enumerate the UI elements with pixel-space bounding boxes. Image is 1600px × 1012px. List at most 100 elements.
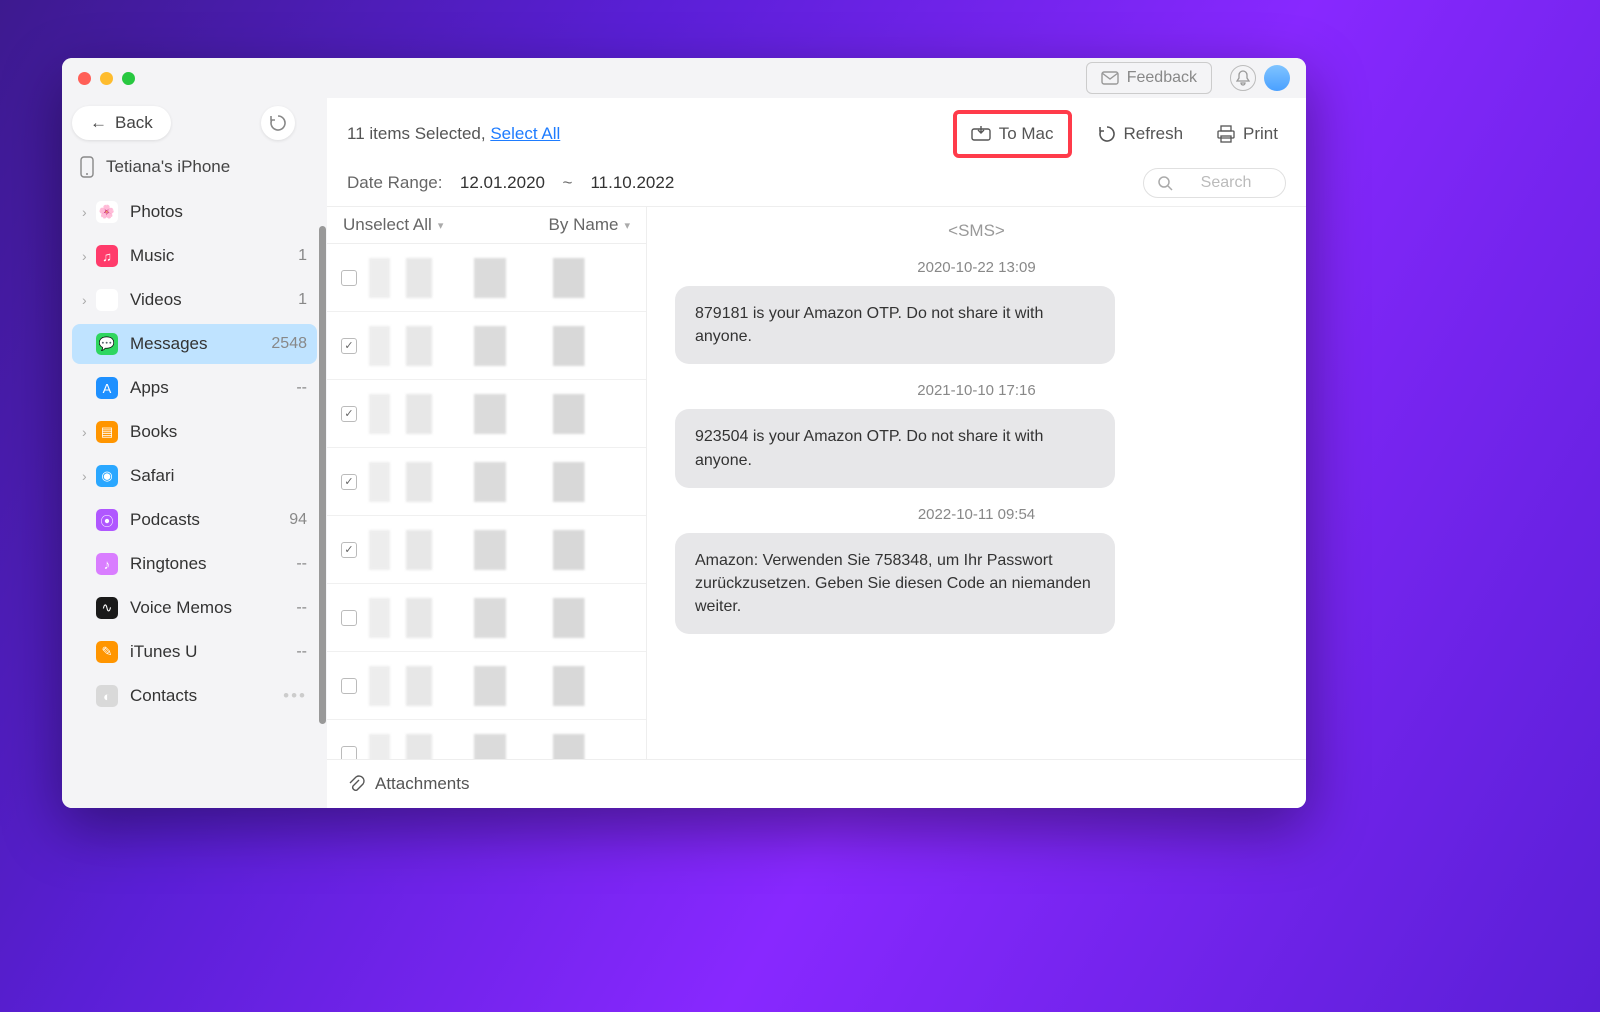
message-bubble: 879181 is your Amazon OTP. Do not share … (675, 286, 1115, 364)
message-timestamp: 2021-10-10 17:16 (675, 382, 1278, 399)
sync-icon (269, 114, 287, 132)
print-button[interactable]: Print (1209, 118, 1286, 150)
list-item[interactable] (327, 516, 646, 584)
list-item[interactable] (327, 380, 646, 448)
bell-icon (1236, 70, 1250, 86)
redacted-preview (369, 734, 632, 760)
back-label: Back (115, 113, 153, 133)
sync-button[interactable] (261, 106, 295, 140)
date-to-input[interactable] (582, 173, 682, 193)
chevron-right-icon: › (82, 292, 94, 308)
refresh-label: Refresh (1124, 124, 1184, 144)
sidebar-item-itunesu[interactable]: ✎iTunes U-- (72, 632, 317, 672)
maximize-icon[interactable] (122, 72, 135, 85)
sidebar-item-count: -- (296, 643, 307, 661)
unselect-all-dropdown[interactable]: Unselect All (343, 215, 443, 235)
sidebar-item-label: Music (130, 246, 298, 266)
traffic-lights (78, 72, 135, 85)
sidebar-item-voicememo[interactable]: ∿Voice Memos-- (72, 588, 317, 628)
scrollbar[interactable] (319, 226, 326, 724)
chevron-right-icon: › (82, 204, 94, 220)
sidebar-item-music[interactable]: ›♫Music1 (72, 236, 317, 276)
feedback-button[interactable]: Feedback (1086, 62, 1212, 94)
sidebar-item-videos[interactable]: ›▦Videos1 (72, 280, 317, 320)
sidebar-item-contacts[interactable]: ◐Contacts••• (72, 676, 317, 716)
content: 11 items Selected, Select All To Mac Ref… (327, 98, 1306, 808)
checkbox[interactable] (341, 610, 357, 626)
sidebar: ← Back Tetiana's iPhone ›🌸Photos›♫Music1… (62, 98, 327, 808)
checkbox[interactable] (341, 542, 357, 558)
sidebar-nav: ›🌸Photos›♫Music1›▦Videos1💬Messages2548AA… (72, 192, 317, 808)
selected-count-text: 11 items Selected, (347, 124, 490, 143)
search-input[interactable] (1181, 174, 1271, 192)
notifications-button[interactable] (1230, 65, 1256, 91)
sidebar-item-apps[interactable]: AApps-- (72, 368, 317, 408)
sidebar-item-label: Podcasts (130, 510, 289, 530)
search-wrap (1143, 168, 1286, 198)
sidebar-item-photos[interactable]: ›🌸Photos (72, 192, 317, 232)
close-icon[interactable] (78, 72, 91, 85)
minimize-icon[interactable] (100, 72, 113, 85)
checkbox[interactable] (341, 406, 357, 422)
feedback-label: Feedback (1127, 69, 1197, 87)
selection-status: 11 items Selected, Select All (347, 124, 560, 144)
device-name: Tetiana's iPhone (106, 157, 230, 177)
mail-icon (1101, 71, 1119, 85)
print-icon (1217, 125, 1235, 143)
sidebar-item-ringtones[interactable]: ♪Ringtones-- (72, 544, 317, 584)
to-mac-button[interactable]: To Mac (953, 110, 1072, 158)
redacted-preview (369, 530, 632, 570)
photos-icon: 🌸 (96, 201, 118, 223)
attachments-bar[interactable]: Attachments (327, 759, 1306, 808)
podcasts-icon: ⦿ (96, 509, 118, 531)
arrow-left-icon: ← (90, 113, 107, 133)
app-window: Feedback ← Back Tetiana's iPhone ›🌸Photo… (62, 58, 1306, 808)
chevron-right-icon: › (82, 468, 94, 484)
list-item[interactable] (327, 652, 646, 720)
sidebar-item-label: iTunes U (130, 642, 296, 662)
redacted-preview (369, 598, 632, 638)
search-icon (1158, 176, 1173, 191)
thread-type: <SMS> (675, 221, 1278, 241)
voicememo-icon: ∿ (96, 597, 118, 619)
back-button[interactable]: ← Back (72, 106, 171, 140)
apps-icon: A (96, 377, 118, 399)
user-avatar[interactable] (1264, 65, 1290, 91)
list-item[interactable] (327, 244, 646, 312)
books-icon: ▤ (96, 421, 118, 443)
message-bubble: Amazon: Verwenden Sie 758348, um Ihr Pas… (675, 533, 1115, 635)
sidebar-item-count: 1 (298, 291, 307, 309)
sidebar-item-count: 1 (298, 247, 307, 265)
sidebar-item-books[interactable]: ›▤Books (72, 412, 317, 452)
checkbox[interactable] (341, 678, 357, 694)
sidebar-item-safari[interactable]: ›◉ Safari (72, 456, 317, 496)
date-from-input[interactable] (452, 173, 552, 193)
select-all-link[interactable]: Select All (490, 124, 560, 143)
checkbox[interactable] (341, 746, 357, 760)
contacts-icon: ◐ (96, 685, 118, 707)
thread-list: Unselect All By Name (327, 207, 647, 759)
sidebar-item-label: Voice Memos (130, 598, 296, 618)
checkbox[interactable] (341, 338, 357, 354)
list-item[interactable] (327, 584, 646, 652)
sidebar-item-count: 94 (289, 511, 307, 529)
refresh-button[interactable]: Refresh (1090, 118, 1192, 150)
list-item[interactable] (327, 312, 646, 380)
sort-dropdown[interactable]: By Name (549, 215, 630, 235)
sidebar-item-label: Safari (130, 466, 307, 486)
more-icon[interactable]: ••• (283, 686, 307, 706)
list-item[interactable] (327, 720, 646, 759)
checkbox[interactable] (341, 270, 357, 286)
sidebar-item-count: -- (296, 379, 307, 397)
device-row: Tetiana's iPhone (72, 150, 317, 192)
toolbar: 11 items Selected, Select All To Mac Ref… (327, 98, 1306, 158)
redacted-preview (369, 258, 632, 298)
sidebar-item-label: Ringtones (130, 554, 296, 574)
redacted-preview (369, 326, 632, 366)
sidebar-item-podcasts[interactable]: ⦿ Podcasts94 (72, 500, 317, 540)
date-range-label: Date Range: (347, 173, 442, 193)
list-item[interactable] (327, 448, 646, 516)
safari-icon: ◉ (96, 465, 118, 487)
checkbox[interactable] (341, 474, 357, 490)
sidebar-item-messages[interactable]: 💬Messages2548 (72, 324, 317, 364)
